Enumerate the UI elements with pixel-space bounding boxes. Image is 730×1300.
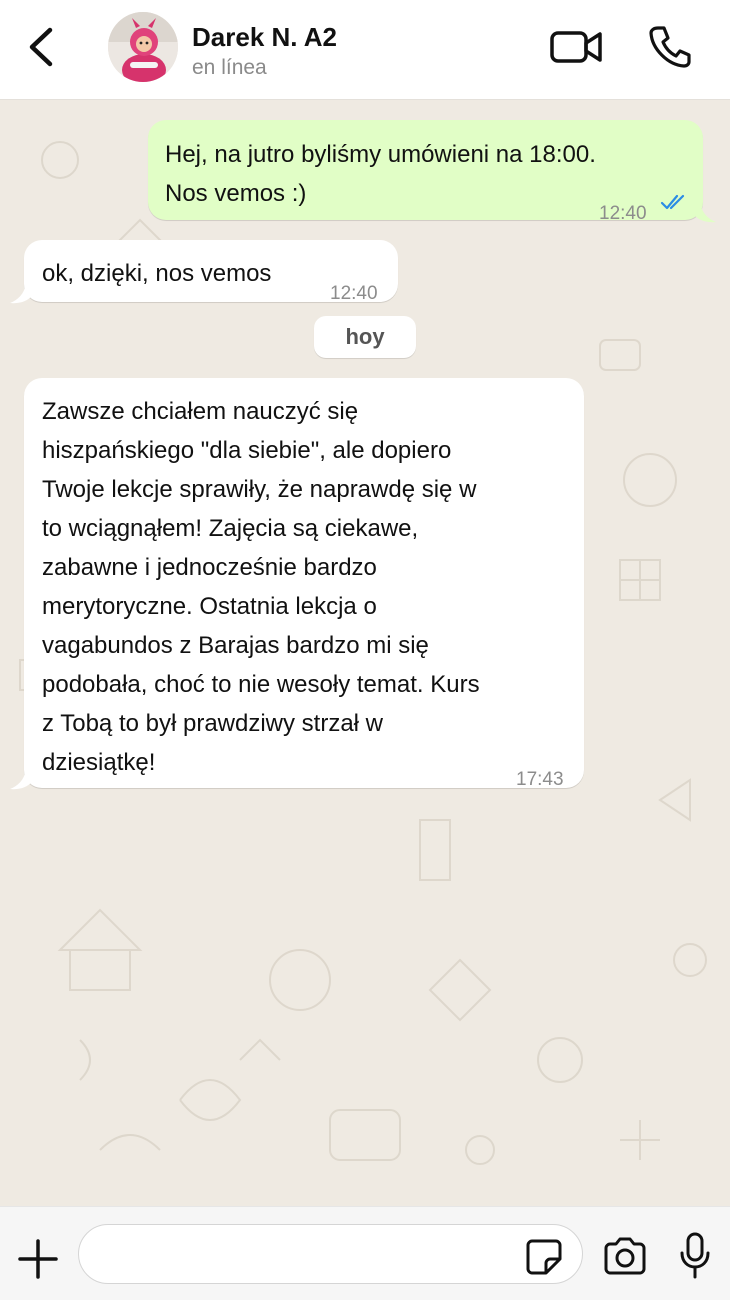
read-receipt-icon bbox=[660, 194, 685, 210]
message-bubble-incoming[interactable]: ok, dzięki, nos vemos 12:40 bbox=[24, 240, 398, 304]
sticker-button[interactable] bbox=[524, 1237, 564, 1277]
bubble-tail-incoming bbox=[10, 770, 32, 790]
video-camera-icon bbox=[550, 31, 602, 63]
camera-button[interactable] bbox=[602, 1236, 648, 1276]
bubble-tail-outgoing bbox=[694, 203, 716, 223]
message-time: 17:43 bbox=[516, 769, 564, 790]
voice-message-button[interactable] bbox=[678, 1231, 712, 1281]
message-text-line: to wciągnąłem! Zajęcia są ciekawe, bbox=[42, 515, 419, 542]
contact-status: en línea bbox=[192, 56, 267, 79]
message-input[interactable] bbox=[78, 1224, 583, 1284]
message-text-line: vagabundos z Barajas bardzo mi się bbox=[42, 632, 429, 659]
message-text-line: Nos vemos :) bbox=[165, 180, 307, 207]
message-text-line: merytoryczne. Ostatnia lekcja o bbox=[42, 593, 377, 620]
attach-button[interactable] bbox=[16, 1237, 60, 1281]
sticker-icon bbox=[526, 1239, 562, 1275]
chevron-left-icon bbox=[29, 27, 53, 67]
video-call-button[interactable] bbox=[548, 24, 604, 70]
message-text-line: Hej, na jutro byliśmy umówieni na 18:00. bbox=[165, 141, 596, 168]
plus-icon bbox=[18, 1239, 58, 1279]
message-bubble-outgoing[interactable]: Hej, na jutro byliśmy umówieni na 18:00.… bbox=[148, 120, 703, 224]
message-text-line: Zawsze chciałem nauczyć się bbox=[42, 398, 359, 425]
message-time: 12:40 bbox=[599, 203, 647, 224]
message-text-line: dziesiątkę! bbox=[42, 749, 156, 776]
message-bubble-incoming[interactable]: Zawsze chciałem nauczyć się hiszpańskieg… bbox=[24, 378, 584, 790]
message-text-line: Twoje lekcje sprawiły, że naprawdę się w bbox=[42, 476, 477, 503]
avatar-image bbox=[108, 12, 178, 82]
voice-call-button[interactable] bbox=[646, 22, 694, 70]
bubble-tail-incoming bbox=[10, 284, 32, 304]
chat-header: Darek N. A2 en línea bbox=[0, 0, 730, 100]
avatar[interactable] bbox=[108, 12, 178, 82]
chat-area[interactable]: Hej, na jutro byliśmy umówieni na 18:00.… bbox=[0, 100, 730, 1206]
contact-name[interactable]: Darek N. A2 bbox=[192, 22, 337, 53]
microphone-icon bbox=[680, 1232, 710, 1279]
message-time: 12:40 bbox=[330, 283, 378, 304]
date-separator: hoy bbox=[314, 316, 416, 358]
camera-icon bbox=[604, 1237, 646, 1275]
phone-icon bbox=[649, 26, 691, 68]
message-text-line: podobała, choć to nie wesoły temat. Kurs bbox=[42, 671, 480, 698]
message-text-line: ok, dzięki, nos vemos bbox=[42, 260, 272, 287]
message-text-line: zabawne i jednocześnie bardzo bbox=[42, 554, 377, 581]
message-text-line: z Tobą to był prawdziwy strzał w bbox=[42, 710, 384, 737]
composer-bar bbox=[0, 1206, 730, 1300]
message-text-line: hiszpańskiego "dla siebie", ale dopiero bbox=[42, 437, 452, 464]
back-button[interactable] bbox=[22, 22, 62, 72]
